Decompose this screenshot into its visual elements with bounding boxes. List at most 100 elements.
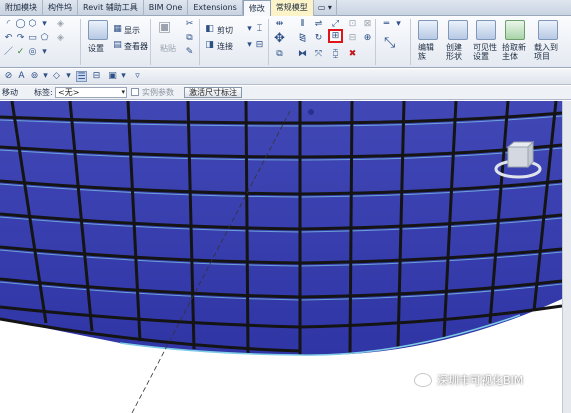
visibility-settings-icon[interactable]	[476, 20, 496, 40]
pin-icon[interactable]: ⊡	[347, 19, 358, 30]
watermark: 深圳市可视化BIM	[414, 372, 523, 388]
copy-tool-icon[interactable]: ⧉	[274, 49, 285, 60]
paste-label[interactable]: 粘贴	[160, 43, 176, 54]
polygon-inscribed-icon[interactable]: ⬠	[39, 33, 50, 44]
quick-access-toolbar: ⊘ A ⊚ ▾ ◇ ▾ ☰ ⊟ ▣ ▾ ▿	[0, 69, 571, 85]
wechat-icon	[414, 373, 432, 387]
text-icon[interactable]: A	[16, 71, 27, 82]
dropdown-icon-6[interactable]: ▾	[40, 71, 51, 82]
copy-icon[interactable]: ⧉	[184, 33, 195, 44]
dropdown-icon-8[interactable]: ▾	[118, 71, 129, 82]
visibility-settings-label[interactable]: 可见性设置	[473, 43, 499, 61]
mirror-axis-icon[interactable]: ⧎	[297, 33, 308, 44]
rotate-icon[interactable]: ↻	[313, 33, 324, 44]
ribbon-tabs: 附加模块 构件坞 Revit 辅助工具 BIM One Extensions 修…	[0, 0, 571, 16]
wall-join-icon[interactable]: ⌶	[254, 24, 265, 35]
customize-qat-icon[interactable]: ▿	[132, 71, 143, 82]
tab-addins[interactable]: 附加模块	[0, 0, 43, 16]
split-element-icon[interactable]: ⧮	[330, 49, 341, 60]
cut-icon[interactable]: ◧	[204, 24, 215, 35]
lock-icon[interactable]: ⊕	[362, 33, 373, 44]
sync-icon[interactable]: ◇	[51, 71, 62, 82]
drawing-canvas[interactable]	[0, 101, 562, 413]
watermark-text: 深圳市可视化BIM	[437, 374, 524, 387]
join-icon[interactable]: ◨	[204, 40, 215, 51]
edit-family-icon[interactable]	[418, 20, 438, 40]
chevron-down-icon: ▾	[121, 88, 125, 96]
tab-generic-model[interactable]: 常规模型	[270, 0, 314, 16]
pick-host-label[interactable]: 拾取新主体	[502, 43, 528, 61]
rectangle-icon[interactable]: ▭	[27, 33, 38, 44]
arc-icon[interactable]: ◜	[3, 19, 14, 30]
shape-icon[interactable]: ◈	[55, 19, 66, 30]
tag-select-value: <无>	[58, 88, 80, 97]
ribbon-panel: ◜ ◯ ⬡ ▾ ↶ ↷ ▭ ⬠ ／ ✓ ◎ ▾ ◈ ◈ 设置 ▦ 显示 ▤ 查看…	[0, 16, 571, 68]
split-icon[interactable]: ⇌	[313, 19, 324, 30]
activate-dimension-button[interactable]: 激活尺寸标注	[184, 87, 242, 98]
create-form-label[interactable]: 创建形状	[446, 43, 468, 61]
ribbon-separator	[375, 19, 376, 65]
unpin-icon[interactable]: ⊟	[347, 33, 358, 44]
viewer-icon[interactable]: ▤	[112, 40, 123, 51]
line-icon[interactable]: ／	[3, 47, 14, 58]
align-icon[interactable]: ⇹	[274, 19, 285, 30]
settings-label[interactable]: 设置	[88, 43, 104, 54]
measure-icon[interactable]: ⊠	[362, 19, 373, 30]
paste-icon[interactable]: ▣	[158, 20, 171, 34]
scissors-icon[interactable]: ✂	[184, 19, 195, 30]
snap-point	[308, 109, 314, 115]
show-icon[interactable]: ▦	[112, 24, 123, 35]
work-plane-icon[interactable]	[88, 20, 108, 40]
measure-line-icon[interactable]: ═	[381, 19, 392, 30]
shape-icon-2[interactable]: ◈	[55, 33, 66, 44]
dropdown-icon-2[interactable]: ▾	[39, 47, 50, 58]
show-label[interactable]: 显示	[124, 25, 140, 36]
ribbon-separator	[410, 19, 411, 65]
polygon-icon[interactable]: ⬡	[27, 19, 38, 30]
delete-icon[interactable]: ✖	[347, 49, 358, 60]
offset-icon[interactable]: ⫴	[297, 19, 308, 30]
edit-family-label[interactable]: 编辑族	[418, 43, 438, 61]
circle-icon[interactable]: ◯	[15, 19, 26, 30]
ribbon-separator	[150, 19, 151, 65]
ribbon-separator	[268, 19, 269, 65]
window-icon[interactable]: ⊟	[91, 71, 102, 82]
tab-modify[interactable]: 修改	[242, 0, 271, 16]
trim-icon[interactable]: ⤧	[313, 49, 324, 60]
join-label[interactable]: 连接	[217, 41, 233, 52]
cut-label[interactable]: 剪切	[217, 25, 233, 36]
tab-bim-one[interactable]: BIM One	[144, 0, 189, 16]
thin-lines-icon[interactable]: ☰	[76, 71, 87, 82]
ellipse-icon[interactable]: ◎	[27, 47, 38, 58]
default-3d-icon[interactable]: ⊚	[29, 71, 40, 82]
modify-icon[interactable]: ⊘	[3, 71, 14, 82]
dropdown-icon-5[interactable]: ▾	[393, 19, 404, 30]
switch-window-icon[interactable]: ▣	[107, 71, 118, 82]
tab-component-hub[interactable]: 构件坞	[43, 0, 78, 16]
viewer-label[interactable]: 查看器	[124, 41, 148, 52]
curve-icon[interactable]: ↶	[3, 33, 14, 44]
ribbon-separator	[199, 19, 200, 65]
pick-line-icon[interactable]: ✓	[15, 47, 26, 58]
mirror-draw-icon[interactable]: ⧓	[297, 49, 308, 60]
pick-host-icon[interactable]	[505, 20, 525, 40]
split-face-icon[interactable]: ⊟	[254, 40, 265, 51]
align-grid-icon[interactable]: ⊞	[330, 31, 341, 42]
match-icon[interactable]: ✎	[184, 47, 195, 58]
tab-panel-toggle[interactable]: ▭ ▾	[314, 0, 337, 16]
load-project-label[interactable]: 载入到项目	[534, 43, 562, 61]
options-bar: 移动 标签: <无> ▾ 实例参数 激活尺寸标注	[0, 86, 571, 100]
move-icon[interactable]: ✥	[274, 32, 285, 45]
create-form-icon[interactable]	[448, 20, 468, 40]
dimension-icon[interactable]: ⤡	[384, 36, 395, 50]
tab-revit-tools[interactable]: Revit 辅助工具	[78, 0, 144, 16]
dropdown-icon-7[interactable]: ▾	[63, 71, 74, 82]
vertical-scrollbar[interactable]	[562, 101, 571, 413]
dropdown-icon[interactable]: ▾	[39, 19, 50, 30]
tag-select[interactable]: <无> ▾	[55, 87, 127, 98]
instance-param-checkbox[interactable]	[131, 88, 139, 96]
curtain-wall-svg[interactable]	[0, 101, 562, 413]
spline-icon[interactable]: ↷	[15, 33, 26, 44]
tab-extensions[interactable]: Extensions	[188, 0, 243, 16]
load-project-icon[interactable]	[538, 20, 558, 40]
